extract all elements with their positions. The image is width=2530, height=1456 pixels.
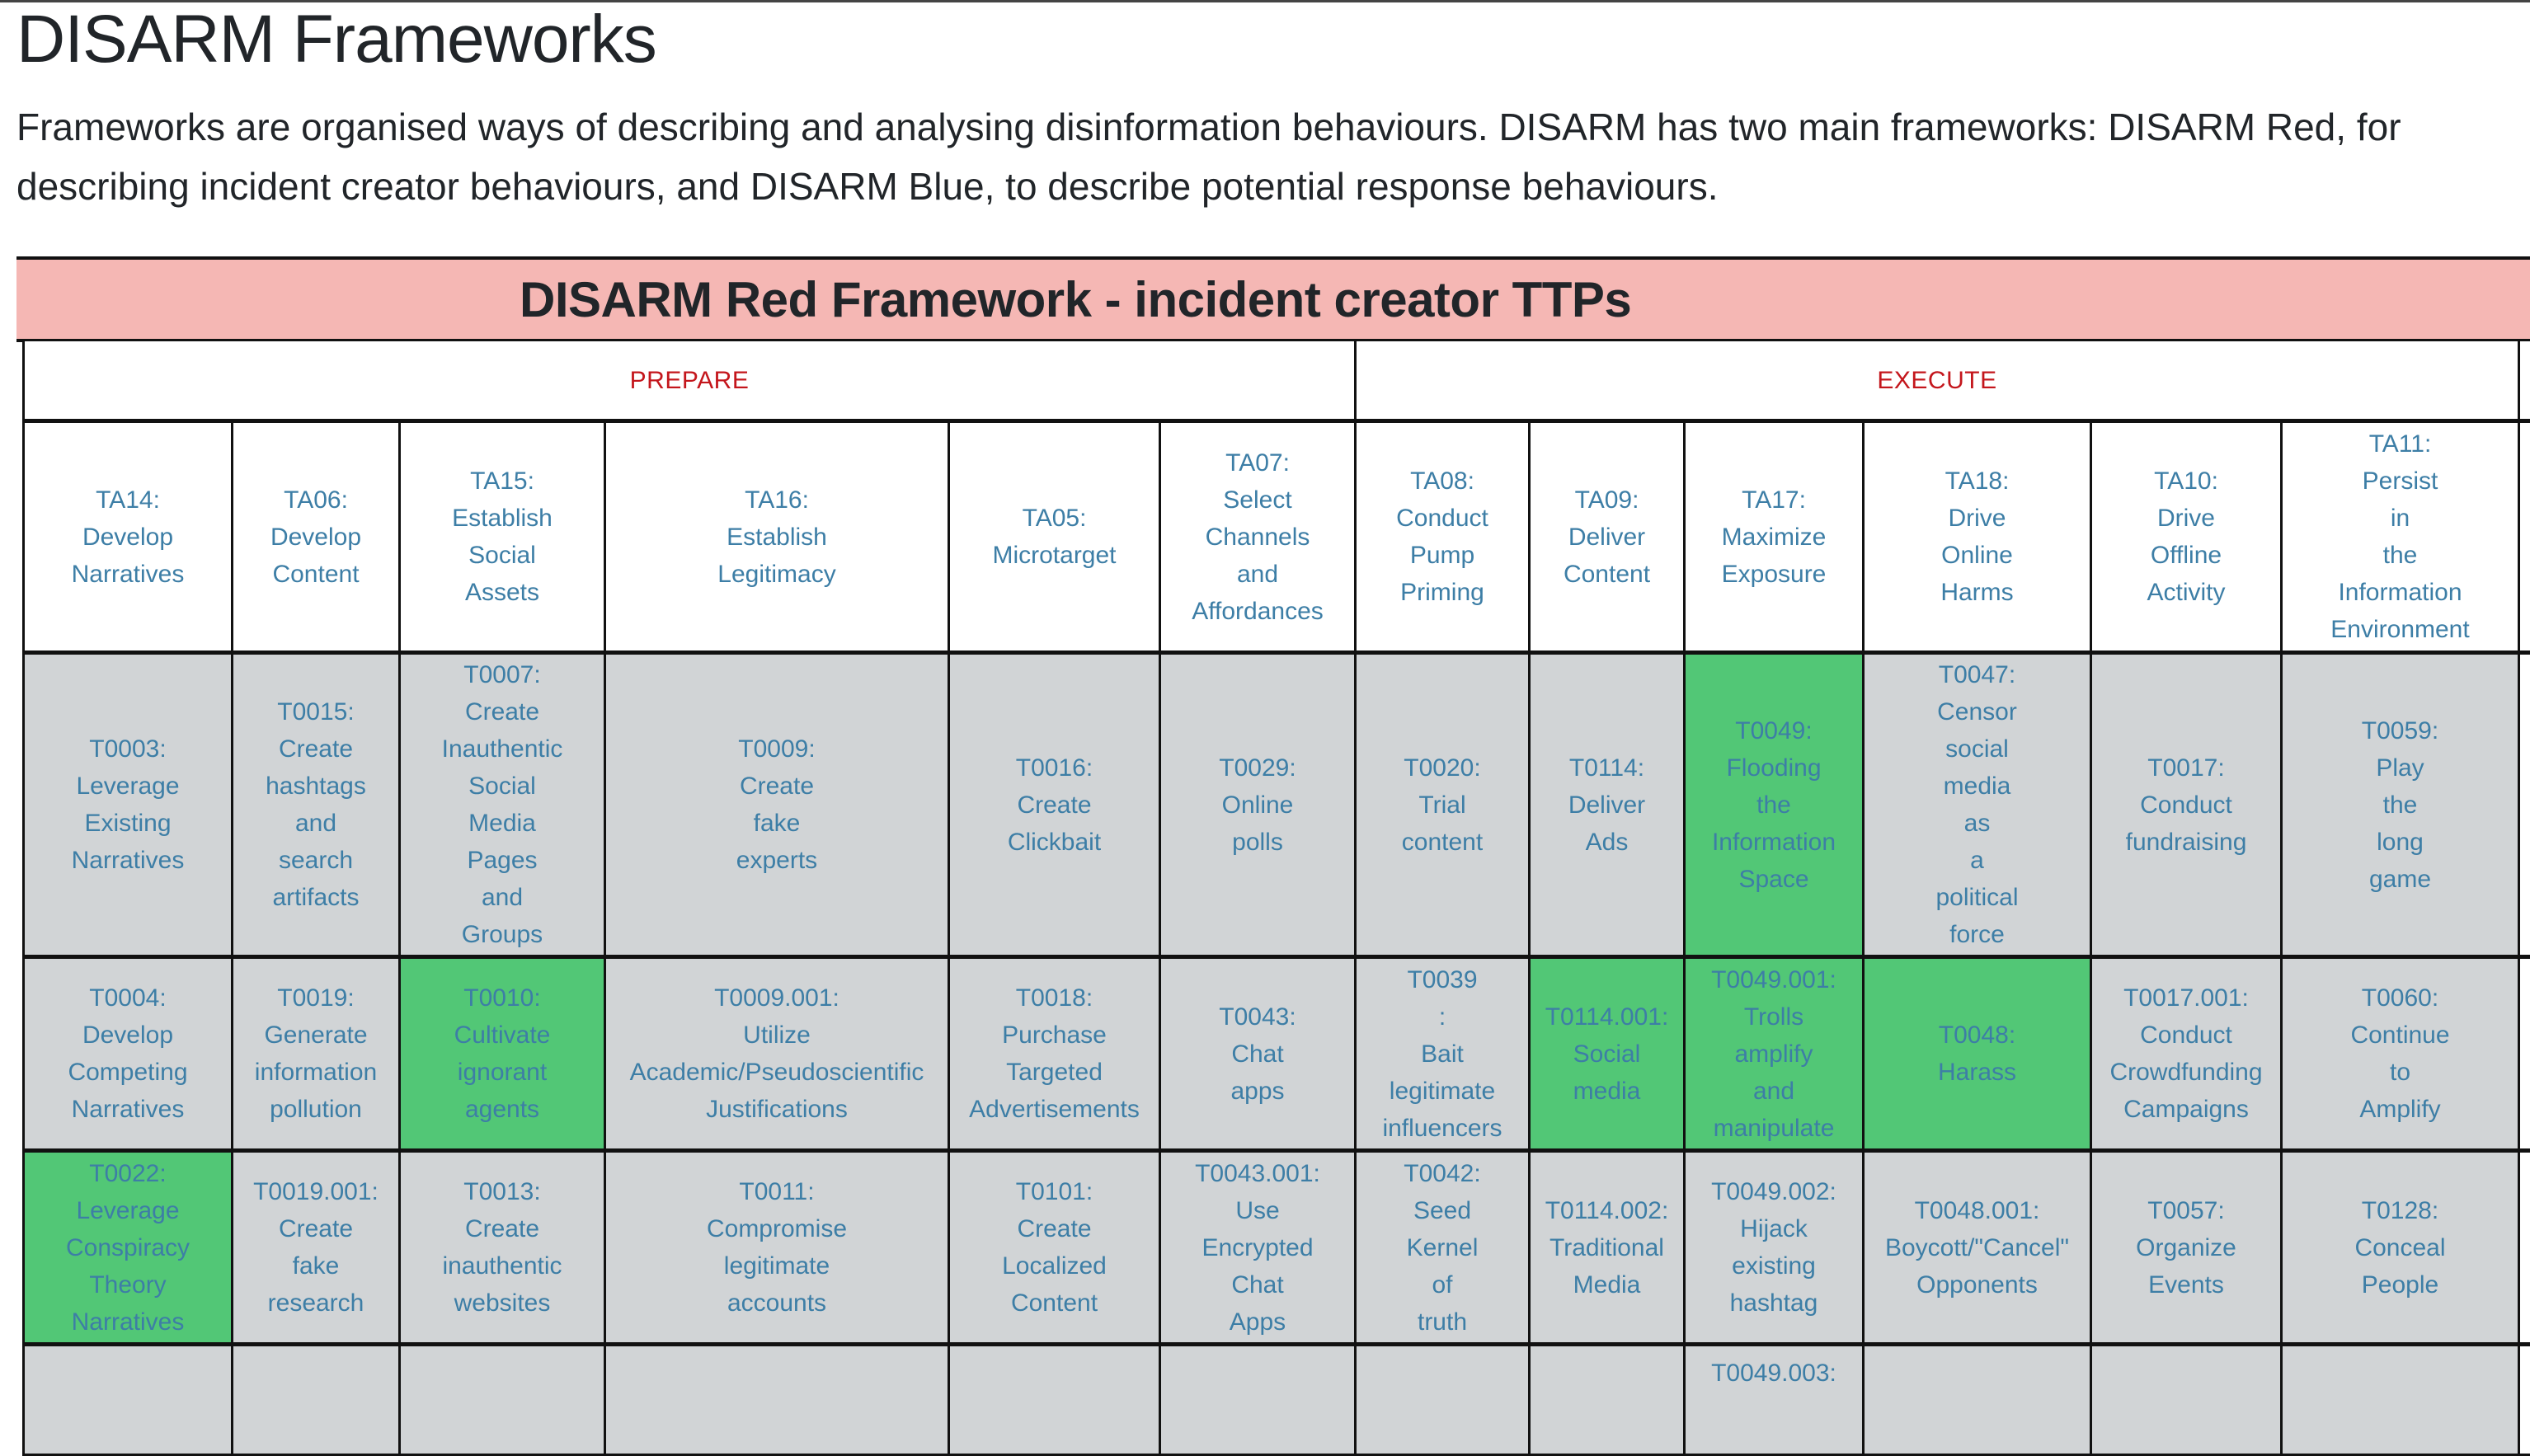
framework-matrix: PREPARE EXECUTE TA14: Develop Narratives… [22, 339, 2530, 1456]
empty-cell [1530, 1345, 1685, 1455]
technique-cell[interactable]: T0011: Compromise legitimate accounts [605, 1151, 949, 1345]
technique-cell[interactable]: T0048.001: Boycott/"Cancel" Opponents [1864, 1151, 2091, 1345]
page-title: DISARM Frameworks [16, 2, 656, 77]
technique-cell[interactable]: T0059: Play the long game [2282, 653, 2519, 957]
empty-cell [949, 1345, 1160, 1455]
technique-cell[interactable]: T0020: Trial content [1356, 653, 1530, 957]
tactic-header[interactable]: TA08: Conduct Pump Priming [1356, 421, 1530, 653]
technique-cell[interactable]: T0009: Create fake experts [605, 653, 949, 957]
technique-row: T0003: Leverage Existing NarrativesT0015… [24, 653, 2530, 957]
technique-cell[interactable]: T0049.002: Hijack existing hashtag [1685, 1151, 1864, 1345]
technique-cell[interactable]: T0007: Create Inauthentic Social Media P… [400, 653, 605, 957]
technique-cell[interactable]: T0017: Conduct fundraising [2091, 653, 2282, 957]
technique-cell[interactable]: T0114.001: Social media [1530, 957, 1685, 1151]
next-column-cell [2519, 1345, 2530, 1455]
technique-cell[interactable]: T0128: Conceal People [2282, 1151, 2519, 1345]
technique-cell[interactable]: T0114.002: Traditional Media [1530, 1151, 1685, 1345]
empty-cell [233, 1345, 400, 1455]
intro-line: describing incident creator behaviours, … [16, 157, 2530, 216]
technique-cell[interactable]: T0047: Censor social media as a politica… [1864, 653, 2091, 957]
tactic-header[interactable]: TA14: Develop Narratives [24, 421, 233, 653]
technique-cell[interactable]: T0015: Create hashtags and search artifa… [233, 653, 400, 957]
technique-row: T0004: Develop Competing NarrativesT0019… [24, 957, 2530, 1151]
technique-cell[interactable]: T0049.001: Trolls amplify and manipulate [1685, 957, 1864, 1151]
technique-cell[interactable]: T0057: Organize Events [2091, 1151, 2282, 1345]
technique-cell[interactable]: T0060: Continue to Amplify [2282, 957, 2519, 1151]
tactic-header-next [2519, 421, 2530, 653]
empty-cell [24, 1345, 233, 1455]
tactic-header[interactable]: TA10: Drive Offline Activity [2091, 421, 2282, 653]
phase-prepare[interactable]: PREPARE [24, 341, 1356, 421]
tactic-header[interactable]: TA16: Establish Legitimacy [605, 421, 949, 653]
technique-cell[interactable]: T0101: Create Localized Content [949, 1151, 1160, 1345]
technique-cell[interactable]: T0114: Deliver Ads [1530, 653, 1685, 957]
technique-cell[interactable]: T0003: Leverage Existing Narratives [24, 653, 233, 957]
empty-cell [2282, 1345, 2519, 1455]
technique-cell[interactable]: T0042: Seed Kernel of truth [1356, 1151, 1530, 1345]
technique-cell[interactable]: T0039 : Bait legitimate influencers [1356, 957, 1530, 1151]
framework-title-band: DISARM Red Framework - incident creator … [16, 256, 2530, 342]
technique-cell[interactable]: T0004: Develop Competing Narratives [24, 957, 233, 1151]
tactic-header[interactable]: TA07: Select Channels and Affordances [1160, 421, 1356, 653]
technique-cell[interactable]: T0022: Leverage Conspiracy Theory Narrat… [24, 1151, 233, 1345]
empty-cell [1864, 1345, 2091, 1455]
technique-cell[interactable]: T0018: Purchase Targeted Advertisements [949, 957, 1160, 1151]
next-column-cell [2519, 957, 2530, 1151]
tactic-header[interactable]: TA06: Develop Content [233, 421, 400, 653]
technique-cell[interactable]: T0049.003: [1685, 1345, 1864, 1455]
technique-cell[interactable]: T0019.001: Create fake research [233, 1151, 400, 1345]
tactic-header[interactable]: TA05: Microtarget [949, 421, 1160, 653]
tactic-header[interactable]: TA18: Drive Online Harms [1864, 421, 2091, 653]
technique-cell[interactable]: T0043.001: Use Encrypted Chat Apps [1160, 1151, 1356, 1345]
intro-paragraph: Frameworks are organised ways of describ… [16, 97, 2530, 216]
tactic-header[interactable]: TA17: Maximize Exposure [1685, 421, 1864, 653]
framework-title: DISARM Red Framework - incident creator … [520, 271, 1631, 328]
technique-cell[interactable]: T0016: Create Clickbait [949, 653, 1160, 957]
technique-cell[interactable]: T0019: Generate information pollution [233, 957, 400, 1151]
next-column-cell [2519, 1151, 2530, 1345]
phase-row: PREPARE EXECUTE [24, 341, 2530, 421]
technique-cell[interactable]: T0029: Online polls [1160, 653, 1356, 957]
empty-cell [2091, 1345, 2282, 1455]
tactic-header[interactable]: TA11: Persist in the Information Environ… [2282, 421, 2519, 653]
phase-next [2519, 341, 2530, 421]
empty-cell [1356, 1345, 1530, 1455]
tactic-row: TA14: Develop NarrativesTA06: Develop Co… [24, 421, 2530, 653]
technique-cell[interactable]: T0043: Chat apps [1160, 957, 1356, 1151]
technique-cell[interactable]: T0009.001: Utilize Academic/Pseudoscient… [605, 957, 949, 1151]
phase-execute[interactable]: EXECUTE [1356, 341, 2519, 421]
empty-cell [400, 1345, 605, 1455]
tactic-header[interactable]: TA09: Deliver Content [1530, 421, 1685, 653]
technique-cell[interactable]: T0010: Cultivate ignorant agents [400, 957, 605, 1151]
technique-cell[interactable]: T0048: Harass [1864, 957, 2091, 1151]
technique-cell[interactable]: T0017.001: Conduct Crowdfunding Campaign… [2091, 957, 2282, 1151]
tactic-header[interactable]: TA15: Establish Social Assets [400, 421, 605, 653]
technique-row: T0022: Leverage Conspiracy Theory Narrat… [24, 1151, 2530, 1345]
empty-cell [605, 1345, 949, 1455]
next-column-cell [2519, 653, 2530, 957]
intro-line: Frameworks are organised ways of describ… [16, 97, 2530, 157]
technique-cell[interactable]: T0013: Create inauthentic websites [400, 1151, 605, 1345]
red-framework: DISARM Red Framework - incident creator … [16, 256, 2530, 342]
technique-row: T0049.003: [24, 1345, 2530, 1455]
technique-cell[interactable]: T0049: Flooding the Information Space [1685, 653, 1864, 957]
empty-cell [1160, 1345, 1356, 1455]
